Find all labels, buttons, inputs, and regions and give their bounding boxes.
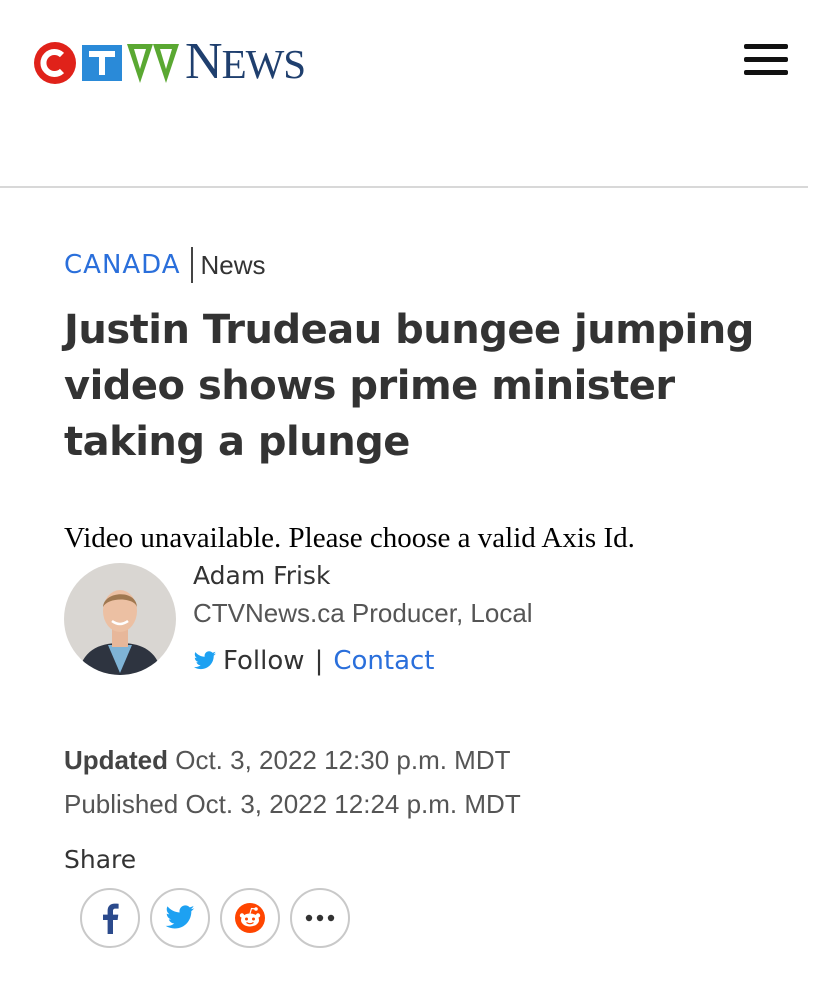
- updated-label: Updated: [64, 745, 168, 775]
- author-role: CTVNews.ca Producer, Local: [193, 598, 533, 628]
- updated-timestamp: Updated Oct. 3, 2022 12:30 p.m. MDT: [64, 745, 511, 776]
- facebook-icon: [103, 903, 119, 934]
- more-icon: [305, 914, 335, 922]
- twitter-icon: [165, 905, 195, 929]
- share-reddit-button[interactable]: [220, 888, 280, 948]
- breadcrumb-section[interactable]: CANADA: [64, 250, 181, 280]
- share-facebook-button[interactable]: [80, 888, 140, 948]
- share-label: Share: [64, 845, 137, 874]
- article-headline: Justin Trudeau bungee jumping video show…: [64, 307, 754, 465]
- news-wordmark-first: N: [185, 33, 223, 90]
- share-more-button[interactable]: [290, 888, 350, 948]
- published-label: Published: [64, 789, 179, 819]
- menu-bar: [744, 70, 788, 75]
- author-avatar[interactable]: [64, 563, 176, 675]
- author-links: Follow | Contact: [193, 646, 434, 676]
- ctv-news-logo[interactable]: NEWS: [33, 32, 307, 94]
- news-wordmark: NEWS: [185, 32, 307, 94]
- news-wordmark-rest: EWS: [221, 41, 307, 87]
- ctv-logo-mark: [34, 42, 179, 84]
- contact-link[interactable]: Contact: [333, 646, 434, 676]
- hamburger-menu-icon[interactable]: [744, 44, 788, 75]
- reddit-icon: [235, 903, 265, 933]
- breadcrumb-subsection[interactable]: News: [201, 250, 266, 281]
- share-twitter-button[interactable]: [150, 888, 210, 948]
- published-timestamp: Published Oct. 3, 2022 12:24 p.m. MDT: [64, 789, 521, 820]
- breadcrumb-divider: [190, 247, 193, 283]
- author-name[interactable]: Adam Frisk: [193, 561, 330, 590]
- published-value: Oct. 3, 2022 12:24 p.m. MDT: [185, 789, 521, 819]
- site-header: NEWS: [0, 0, 808, 188]
- breadcrumb: CANADA News: [64, 246, 266, 284]
- share-buttons: [80, 888, 360, 948]
- follow-label: Follow: [223, 646, 305, 676]
- follow-link[interactable]: Follow: [193, 646, 305, 676]
- updated-value: Oct. 3, 2022 12:30 p.m. MDT: [175, 745, 511, 775]
- menu-bar: [744, 44, 788, 49]
- menu-bar: [744, 57, 788, 62]
- twitter-bird-icon: [194, 651, 216, 670]
- author-photo: [64, 563, 176, 675]
- link-separator: |: [314, 646, 324, 676]
- video-unavailable-message: Video unavailable. Please choose a valid…: [64, 522, 635, 554]
